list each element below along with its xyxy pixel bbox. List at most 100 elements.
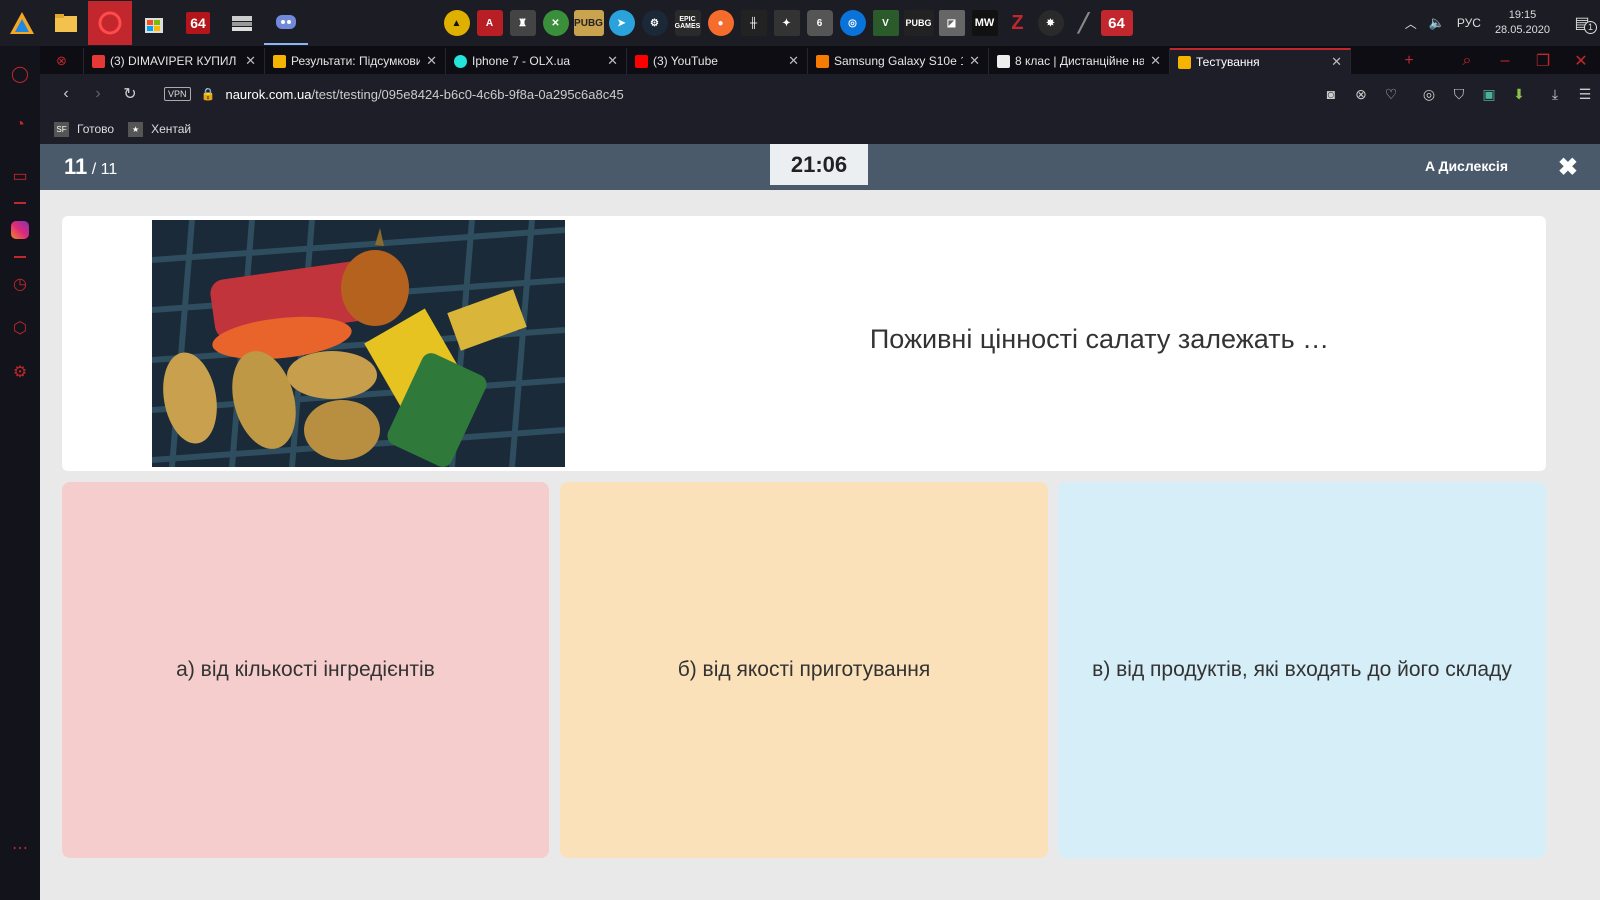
aida64-tray-icon[interactable]: 64 (1100, 1, 1133, 45)
address-bar: ‹ › ↻ VPN 🔒 naurok.com.ua/test/testing/0… (40, 74, 1600, 114)
tab-favicon (997, 54, 1010, 68)
notification-icon[interactable]: ▤ 1 (1564, 13, 1600, 34)
camera-icon[interactable]: ◙ (1316, 86, 1346, 102)
tab-olx[interactable]: Iphone 7 - OLX.ua ✕ (446, 48, 627, 74)
vpn-extension-icon[interactable]: ◎ (1414, 86, 1444, 103)
question-text: Поживні цінності салату залежать … (869, 324, 1330, 354)
settings-icon[interactable]: ⚙ (0, 350, 40, 394)
tarkov-icon[interactable]: ╫ (737, 1, 770, 45)
pubg-lite-label: PUBG (573, 10, 604, 36)
modern-warfare-icon[interactable]: MW (968, 1, 1001, 45)
gta-v-icon[interactable]: V (869, 1, 902, 45)
sword-icon[interactable]: ╱ (1067, 1, 1100, 45)
tab-controls: + ⌕ – ❐ ✕ (1390, 48, 1600, 74)
frostpunk-icon[interactable]: ♜ (506, 1, 539, 45)
tab-close-icon[interactable]: ✕ (788, 53, 799, 69)
vpn-badge[interactable]: VPN (164, 87, 191, 101)
taskbar-pinned: 64 (0, 1, 308, 45)
answer-option-a[interactable]: а) від кількості інгредієнтів (62, 482, 549, 858)
dyslexia-toggle[interactable]: A Дислексія (1425, 158, 1508, 174)
close-test-icon[interactable]: ✖ (1558, 153, 1578, 182)
bookmark-hentai[interactable]: ★ Хентай (128, 121, 192, 137)
bookmark-gotovo[interactable]: SF Готово (54, 121, 114, 137)
downloads-icon[interactable]: ⤓ (1540, 86, 1570, 103)
speed-dial-icon[interactable]: ◔ (0, 96, 40, 154)
tab-youtube-dimaviper[interactable]: (3) DIMAVIPER КУПИЛ П ✕ (84, 48, 265, 74)
tab-close-icon[interactable]: ✕ (426, 53, 437, 69)
tab-samsung[interactable]: Samsung Galaxy S10e 12 ✕ (808, 48, 989, 74)
file-explorer-icon[interactable] (44, 1, 88, 45)
lock-icon[interactable]: 🔒 (201, 87, 216, 101)
origin-icon[interactable]: ● (704, 1, 737, 45)
books-icon (232, 16, 252, 31)
instagram-icon[interactable] (0, 208, 40, 252)
tab-youtube[interactable]: (3) YouTube ✕ (627, 48, 808, 74)
answer-option-b[interactable]: б) від якості приготування (560, 482, 1048, 858)
minimize-icon[interactable]: – (1486, 52, 1524, 70)
pubg-lite-icon[interactable]: PUBG (572, 1, 605, 45)
tab-close-icon[interactable]: ✕ (245, 53, 256, 69)
bookmark-label: Хентай (151, 122, 192, 136)
restore-icon[interactable]: ❐ (1524, 51, 1562, 71)
history-icon[interactable]: ◷ (0, 262, 40, 306)
adblock-icon[interactable]: ⊗ (1346, 86, 1376, 103)
tab-title: (3) YouTube (653, 54, 718, 68)
tab-title: Iphone 7 - OLX.ua (472, 54, 571, 68)
discord-icon[interactable] (264, 1, 308, 45)
tab-8-klas[interactable]: 8 клас | Дистанційне на ✕ (989, 48, 1170, 74)
pubg-icon[interactable]: PUBG (902, 1, 935, 45)
tab-bar: ⊗ (3) DIMAVIPER КУПИЛ П ✕ Результати: Пі… (40, 46, 1600, 74)
heart-icon[interactable]: ♡ (1376, 86, 1406, 103)
xbox-icon[interactable]: ✕ (539, 1, 572, 45)
apex-icon[interactable]: A (473, 1, 506, 45)
chevron-up-icon[interactable]: ︿ (1405, 15, 1417, 32)
more-icon[interactable]: ⋯ (0, 826, 40, 870)
gx-tab-icon[interactable]: ⊗ (40, 48, 84, 74)
opera-menu-icon[interactable]: ◯ (0, 52, 40, 96)
game-cover-icon[interactable]: ◪ (935, 1, 968, 45)
uplay-icon[interactable]: ◎ (836, 1, 869, 45)
search-tabs-icon[interactable]: ⌕ (1448, 52, 1486, 70)
new-tab-icon[interactable]: + (1390, 52, 1428, 70)
answer-option-c[interactable]: в) від продуктів, які входять до його ск… (1058, 482, 1546, 858)
question-image (152, 220, 565, 467)
zombie-icon[interactable]: Z (1001, 1, 1034, 45)
tab-close-icon[interactable]: ✕ (1150, 53, 1161, 69)
language-indicator[interactable]: РУС (1457, 16, 1481, 30)
extension-icon[interactable]: ▣ (1474, 86, 1504, 103)
close-window-icon[interactable]: ✕ (1562, 51, 1600, 71)
tab-testuvannia[interactable]: Тестування ✕ (1170, 48, 1351, 74)
opera-taskbar-icon[interactable] (88, 1, 132, 45)
reload-icon[interactable]: ↻ (114, 84, 146, 104)
twitch-icon[interactable]: ▭ (0, 154, 40, 198)
pubg-label: PUBG (903, 10, 934, 36)
witcher-icon[interactable]: ✸ (1034, 1, 1067, 45)
tab-close-icon[interactable]: ✕ (1331, 54, 1342, 70)
discord-logo-icon (276, 15, 296, 29)
clock[interactable]: 19:15 28.05.2020 (1495, 8, 1550, 38)
rainbow-six-icon[interactable]: 6 (803, 1, 836, 45)
extensions-icon[interactable]: ⬡ (0, 306, 40, 350)
aida64-icon[interactable]: 64 (176, 1, 220, 45)
download-extension-icon[interactable]: ⬇ (1504, 86, 1534, 103)
back-icon[interactable]: ‹ (50, 85, 82, 103)
quiz-header: 11 / 11 21:06 A Дислексія ✖ (40, 144, 1600, 190)
steam-icon[interactable]: ⚙ (638, 1, 671, 45)
easy-setup-icon[interactable]: ☰ (1570, 86, 1600, 103)
forward-icon[interactable]: › (82, 85, 114, 103)
arma-icon[interactable]: ▲ (440, 1, 473, 45)
url-field[interactable]: naurok.com.ua/test/testing/095e8424-b6c0… (225, 87, 623, 102)
telegram-icon[interactable]: ➤ (605, 1, 638, 45)
tab-title: Тестування (1196, 55, 1260, 69)
tab-title: (3) DIMAVIPER КУПИЛ П (110, 54, 240, 68)
shield-icon[interactable]: ⛉ (1444, 86, 1474, 103)
tab-close-icon[interactable]: ✕ (607, 53, 618, 69)
store-icon[interactable] (132, 1, 176, 45)
winrar-icon[interactable] (220, 1, 264, 45)
epic-games-icon[interactable]: EPIC GAMES (671, 1, 704, 45)
aimp-icon[interactable] (0, 1, 44, 45)
tab-close-icon[interactable]: ✕ (969, 53, 980, 69)
tab-naurok-results[interactable]: Результати: Підсумкови ✕ (265, 48, 446, 74)
crossfire-icon[interactable]: ✦ (770, 1, 803, 45)
volume-icon[interactable]: 🔈 (1429, 15, 1445, 31)
